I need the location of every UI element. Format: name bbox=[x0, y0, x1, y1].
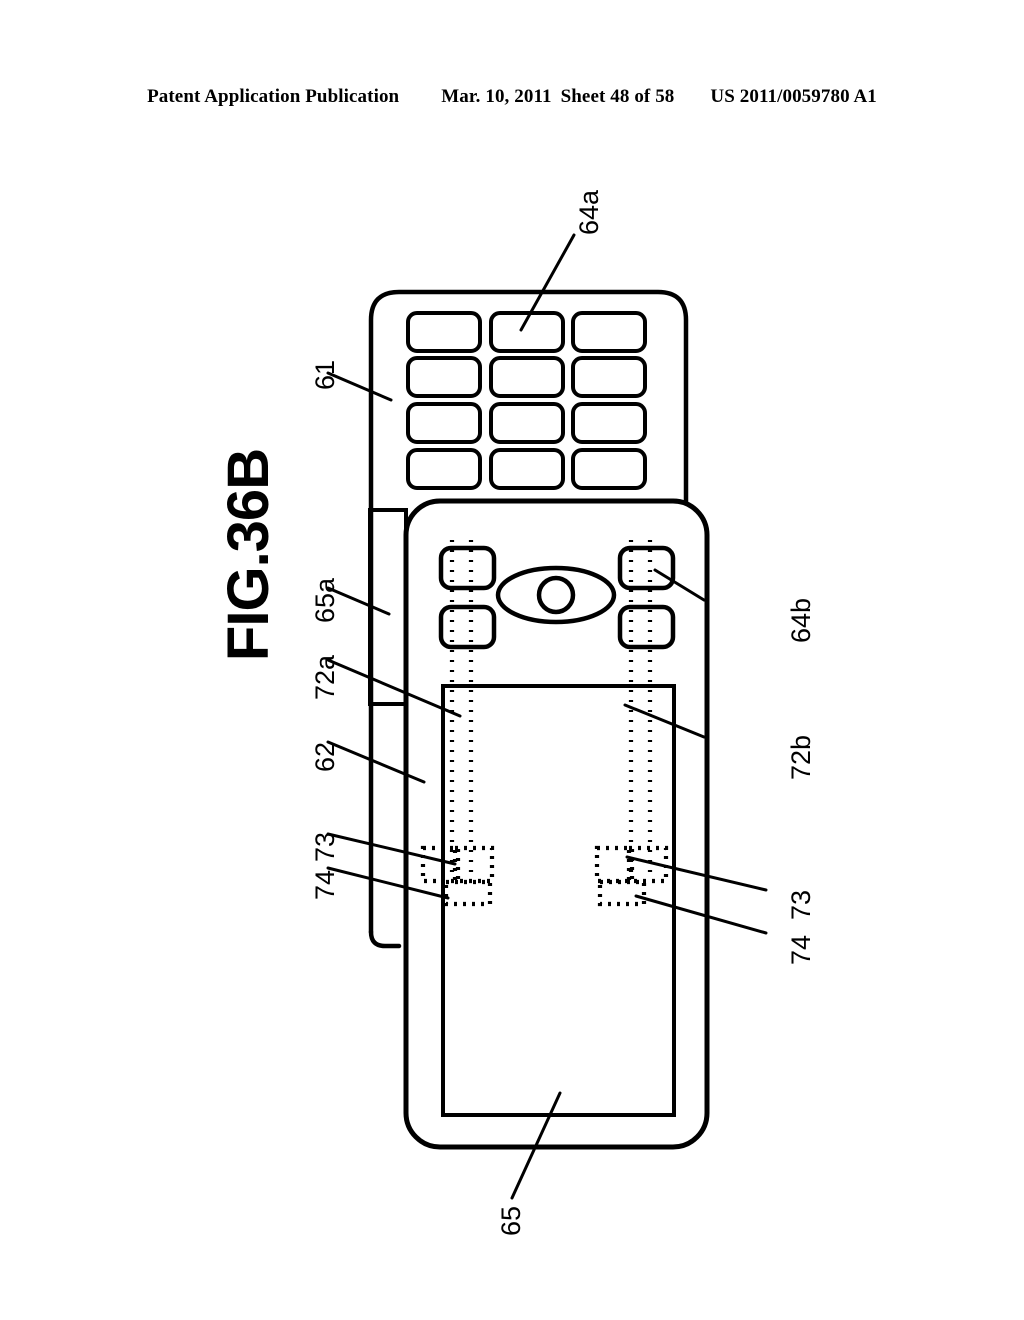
keypad-key-grid bbox=[406, 311, 647, 490]
keypad-key[interactable] bbox=[406, 356, 482, 398]
ref-label-72a: 72a bbox=[310, 654, 340, 700]
keypad-key[interactable] bbox=[406, 448, 482, 490]
keypad-key[interactable] bbox=[489, 448, 565, 490]
keypad-key[interactable] bbox=[571, 356, 647, 398]
keypad-key[interactable] bbox=[489, 356, 565, 398]
ref-label-73-right: 73 bbox=[786, 889, 816, 920]
ref-label-73-left: 73 bbox=[310, 831, 340, 862]
keypad-key[interactable] bbox=[571, 448, 647, 490]
keypad-key[interactable] bbox=[571, 402, 647, 444]
ref-label-74-right: 74 bbox=[786, 934, 816, 965]
figure-drawing bbox=[326, 233, 768, 1200]
ref-label-62: 62 bbox=[310, 741, 340, 772]
patent-page: Patent Application Publication Mar. 10, 2… bbox=[0, 0, 1024, 1320]
keypad-key[interactable] bbox=[571, 311, 647, 353]
ref-label-65a: 65a bbox=[310, 577, 340, 623]
ref-label-72b: 72b bbox=[786, 734, 816, 780]
ref-label-64b: 64b bbox=[786, 597, 816, 643]
ref-label-65: 65 bbox=[496, 1205, 526, 1236]
ref-label-74-left: 74 bbox=[310, 869, 340, 900]
keypad-key[interactable] bbox=[406, 311, 482, 353]
keypad-key[interactable] bbox=[406, 402, 482, 444]
display-housing bbox=[403, 498, 710, 1150]
ref-label-61: 61 bbox=[310, 359, 340, 390]
keypad-key[interactable] bbox=[489, 402, 565, 444]
ref-label-64a: 64a bbox=[574, 189, 604, 235]
